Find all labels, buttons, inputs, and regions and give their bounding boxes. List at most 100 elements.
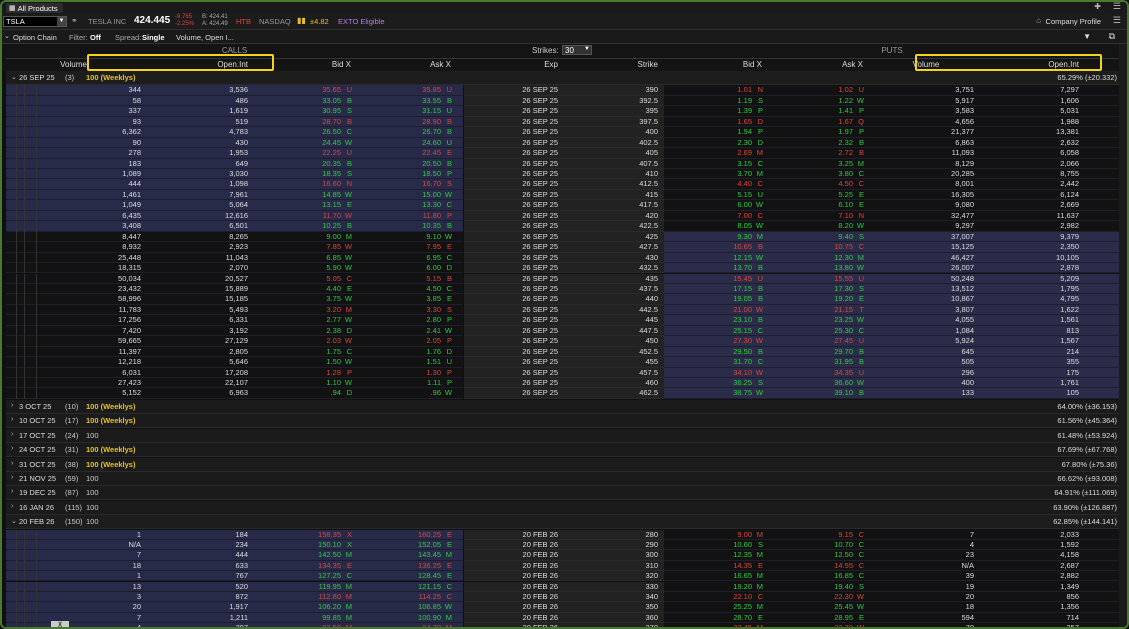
put-ask[interactable]: 1.02 U — [770, 85, 867, 95]
call-bid[interactable]: 1.28 P — [252, 368, 355, 378]
put-bid[interactable]: 2.30 D — [664, 138, 766, 148]
call-ask[interactable]: 160.25 E — [360, 530, 455, 540]
put-bid[interactable]: 8.05 W — [664, 221, 766, 231]
expiration-row[interactable]: › 3 OCT 25 (10) 100 (Weeklys) 64.00% (±36.15… — [6, 399, 1119, 414]
put-bid[interactable]: 36.25 S — [664, 378, 766, 388]
put-ask[interactable]: 22.30 W — [770, 592, 867, 602]
call-ask[interactable]: 152.05 E — [360, 540, 455, 550]
call-ask[interactable]: 33.55 B — [360, 96, 455, 106]
option-row[interactable]: 1 767 127.25 C 128.45 E 20 FEB 26 320 16.65 M 16.8… — [6, 571, 1119, 582]
spread-value[interactable]: Single — [142, 33, 165, 42]
expiration-row[interactable]: › 16 JAN 26 (115) 100 63.90% (±126.887) — [6, 500, 1119, 515]
call-bid[interactable]: 4.40 E — [252, 284, 355, 294]
option-row[interactable]: 58,996 15,185 3.75 W 3.85 E 26 SEP 25 440 19.05 B… — [6, 294, 1119, 305]
call-bid[interactable]: 7.85 W — [252, 242, 355, 252]
symbol-input[interactable]: TSLA ▼ — [3, 16, 67, 27]
call-bid[interactable]: 134.35 E — [252, 561, 355, 571]
call-bid[interactable]: 6.85 W — [252, 253, 355, 263]
call-bid[interactable]: 1.10 W — [252, 378, 355, 388]
option-row[interactable]: 11,783 5,493 3.20 M 3.30 S 26 SEP 25 442.5 21.00… — [6, 304, 1119, 316]
put-bid[interactable]: 28.70 E — [664, 613, 766, 623]
put-bid[interactable]: 29.50 B — [664, 347, 766, 357]
put-bid[interactable]: 17.15 B — [664, 284, 766, 294]
call-ask[interactable]: 100.90 M — [360, 613, 455, 623]
option-row[interactable]: 7 444 142.50 M 143.45 M 20 FEB 26 300 12.35 M 12.5… — [6, 550, 1119, 561]
put-bid[interactable]: 3.70 M — [664, 169, 766, 179]
put-ask[interactable]: 17.30 S — [770, 284, 867, 294]
call-ask[interactable]: 106.85 W — [360, 602, 455, 612]
call-bid[interactable]: 142.50 M — [252, 550, 355, 560]
call-ask[interactable]: 143.45 M — [360, 550, 455, 560]
call-bid[interactable]: 9.00 M — [252, 232, 355, 242]
put-bid[interactable]: 9.00 M — [664, 530, 766, 540]
put-ask[interactable]: 5.25 E — [770, 190, 867, 200]
option-row[interactable]: 23,432 15,889 4.40 E 4.50 C 26 SEP 25 437.5 17.1… — [6, 283, 1119, 295]
company-profile-button[interactable]: Company Profile — [1046, 17, 1101, 26]
put-ask[interactable]: 1.22 W — [770, 96, 867, 106]
call-bid[interactable]: 26.50 C — [252, 127, 355, 137]
chevron-down-icon[interactable]: ⌄ — [11, 73, 17, 81]
call-ask[interactable]: 11.80 P — [360, 211, 455, 221]
call-ask[interactable]: 31.15 U — [360, 106, 455, 116]
put-bid[interactable]: 10.60 S — [664, 540, 766, 550]
call-ask[interactable]: 7.95 E — [360, 242, 455, 252]
link-icon[interactable]: ⚭ — [71, 16, 78, 25]
put-ask[interactable]: 32.70 W — [770, 623, 867, 627]
option-row[interactable]: 1 184 158.35 X 160.25 E 20 FEB 26 280 9.00 M 9.15 C… — [6, 529, 1119, 540]
put-ask[interactable]: 2.32 B — [770, 138, 867, 148]
option-row[interactable]: 59,665 27,129 2.03 W 2.05 P 26 SEP 25 450 27.30 W… — [6, 336, 1119, 347]
put-ask[interactable]: 23.25 W — [770, 315, 867, 325]
call-bid[interactable]: 14.85 W — [252, 190, 355, 200]
call-ask[interactable]: 94.70 M — [360, 623, 455, 627]
put-ask[interactable]: 21.15 T — [770, 305, 867, 315]
chevron-down-icon[interactable]: ⌄ — [11, 517, 17, 525]
call-ask[interactable]: 16.70 S — [360, 179, 455, 189]
put-ask[interactable]: 15.55 U — [770, 274, 867, 284]
call-ask[interactable]: 2.05 P — [360, 336, 455, 346]
put-ask[interactable]: 27.45 U — [770, 336, 867, 346]
vertical-scrollbar[interactable] — [1119, 44, 1127, 627]
put-bid[interactable]: 4.40 C — [664, 179, 766, 189]
call-ask[interactable]: 136.25 E — [360, 561, 455, 571]
put-ask[interactable]: 10.70 C — [770, 540, 867, 550]
option-row[interactable]: 4 707 93.50 M 94.70 M 20 FEB 26 370 32.45 M 32.70 W… — [6, 623, 1119, 627]
option-row[interactable]: N/A 234 150.10 X 152.05 E 20 FEB 26 290 10.60 S 10… — [6, 539, 1119, 551]
chevron-right-icon[interactable]: › — [11, 431, 13, 438]
put-bid[interactable]: 34.10 W — [664, 368, 766, 378]
call-bid[interactable]: 20.35 B — [252, 159, 355, 169]
layout-selector[interactable]: Volume, Open I... — [176, 33, 234, 42]
strikes-select[interactable]: 30 ▼ — [562, 45, 592, 55]
option-row[interactable]: 17,256 6,331 2.77 W 2.80 P 26 SEP 25 445 23.10 B 2… — [6, 315, 1119, 326]
call-ask[interactable]: 13.30 C — [360, 200, 455, 210]
call-ask[interactable]: 28.90 B — [360, 117, 455, 127]
puts-ask-header[interactable]: Ask X — [770, 59, 867, 71]
put-bid[interactable]: 23.10 B — [664, 315, 766, 325]
put-ask[interactable]: 25.30 C — [770, 326, 867, 336]
put-ask[interactable]: 6.10 E — [770, 200, 867, 210]
call-bid[interactable]: 3.75 W — [252, 294, 355, 304]
put-bid[interactable]: 16.65 M — [664, 571, 766, 581]
expiration-row-open[interactable]: ⌄ 26 SEP 25 (3) 100 (Weeklys) 65.29% (±20.33… — [6, 71, 1119, 85]
put-ask[interactable]: 31.95 B — [770, 357, 867, 367]
chevron-right-icon[interactable]: › — [11, 445, 13, 452]
option-row[interactable]: 6,031 17,208 1.28 P 1.30 P 26 SEP 25 457.5 34.10… — [6, 367, 1119, 378]
call-ask[interactable]: 24.60 U — [360, 138, 455, 148]
calls-ask-header[interactable]: Ask X — [360, 59, 455, 71]
put-bid[interactable]: 14.35 E — [664, 561, 766, 571]
option-row[interactable]: 6,362 4,783 26.50 C 26.70 B 26 SEP 25 400 1.94 P 1… — [6, 127, 1119, 138]
put-ask[interactable]: 9.40 S — [770, 232, 867, 242]
option-row[interactable]: 3 872 112.80 M 114.25 C 20 FEB 26 340 22.10 C 22.3… — [6, 591, 1119, 603]
put-bid[interactable]: 31.70 C — [664, 357, 766, 367]
option-row[interactable]: 7,420 3,192 2.38 D 2.41 W 26 SEP 25 447.5 25.15 C… — [6, 325, 1119, 337]
option-row[interactable]: 1,049 5,064 13.15 E 13.30 C 26 SEP 25 417.5 6.00… — [6, 200, 1119, 211]
put-bid[interactable]: 22.10 C — [664, 592, 766, 602]
put-bid[interactable]: 19.20 M — [664, 582, 766, 592]
call-ask[interactable]: 3.30 S — [360, 305, 455, 315]
call-bid[interactable]: 30.95 S — [252, 106, 355, 116]
call-ask[interactable]: 2.41 W — [360, 326, 455, 336]
option-row[interactable]: 27,423 22,107 1.10 W 1.11 P 26 SEP 25 460 36.25 S… — [6, 378, 1119, 389]
hamburger-icon[interactable]: ☰ — [1113, 2, 1121, 12]
put-bid[interactable]: 25.15 C — [664, 326, 766, 336]
exp-header[interactable]: Exp — [464, 59, 562, 71]
call-ask[interactable]: 128.45 E — [360, 571, 455, 581]
